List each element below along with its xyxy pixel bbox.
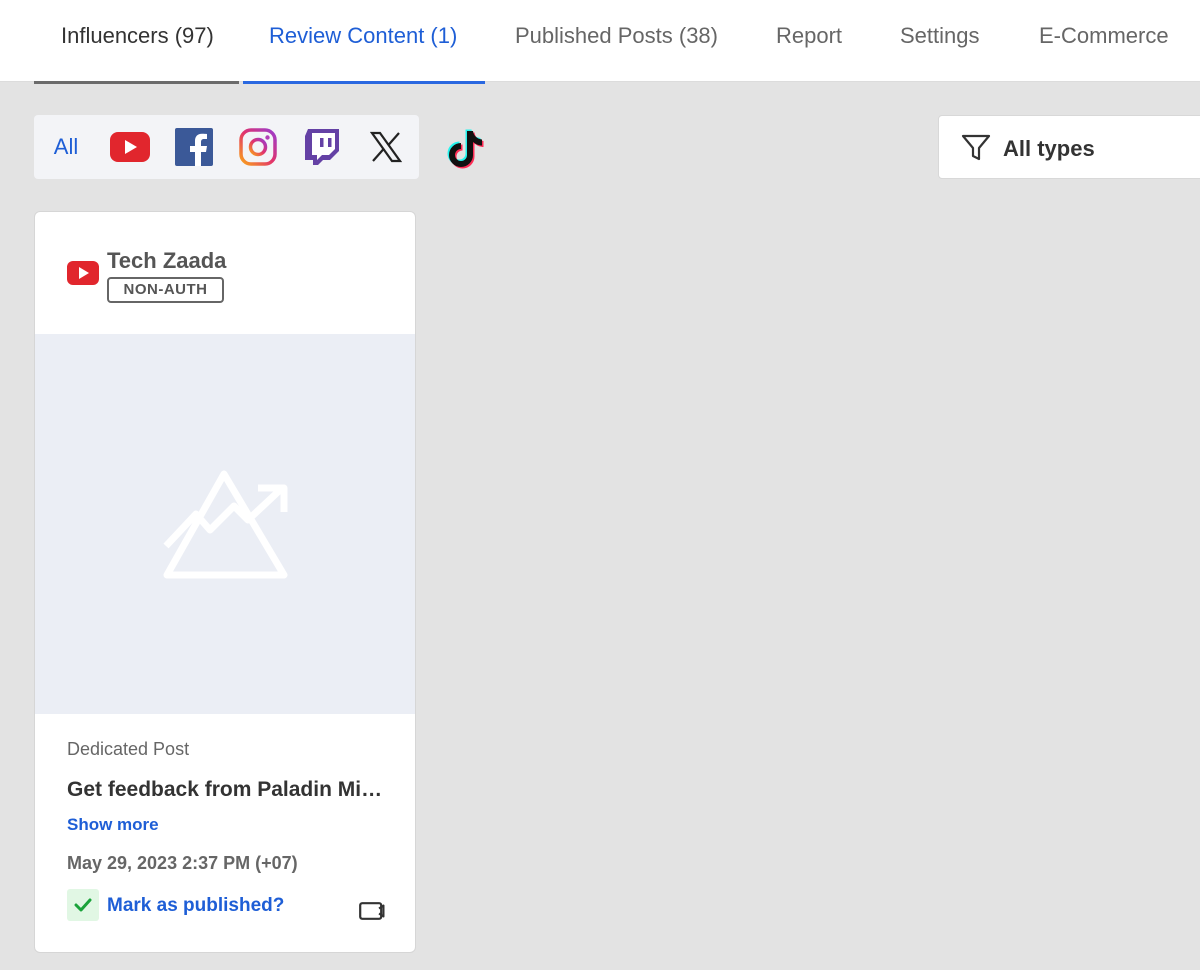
instagram-icon[interactable] [238, 127, 278, 167]
auth-status-badge: NON-AUTH [107, 277, 224, 303]
mark-as-published-link[interactable]: Mark as published? [107, 895, 284, 917]
type-filter-dropdown[interactable]: All types [938, 115, 1200, 179]
tab-review-content[interactable]: Review Content (1) [243, 0, 485, 84]
tiktok-icon[interactable] [446, 127, 486, 169]
tab-label: E-Commerce [1039, 23, 1169, 48]
tab-label: Report [776, 23, 843, 48]
tab-report[interactable]: Report [776, 0, 856, 84]
video-camera-icon [359, 902, 385, 925]
filter-icon [961, 134, 991, 167]
x-icon[interactable] [366, 127, 406, 167]
chart-placeholder-icon [163, 470, 288, 579]
top-navigation: Influencers (97) Review Content (1) Publ… [0, 0, 1200, 84]
card-header: Tech Zaada NON-AUTH [35, 212, 415, 334]
facebook-icon[interactable] [174, 127, 214, 167]
tab-label: Published Posts (38) [515, 23, 718, 48]
platform-filter-all[interactable]: All [46, 127, 86, 167]
youtube-icon [67, 261, 99, 290]
type-filter-label: All types [1003, 136, 1095, 161]
content-card: Tech Zaada NON-AUTH Dedicated Post Get f… [34, 211, 416, 953]
active-tab-underline [243, 81, 485, 84]
tab-influencers[interactable]: Influencers (97) [34, 0, 239, 84]
media-placeholder[interactable] [35, 334, 415, 714]
youtube-icon[interactable] [110, 127, 150, 167]
post-title: Get feedback from Paladin Mining and get… [67, 778, 383, 801]
tab-label: Influencers (97) [61, 23, 214, 48]
tab-settings[interactable]: Settings [900, 0, 1000, 84]
check-icon [74, 898, 92, 912]
tab-published-posts[interactable]: Published Posts (38) [515, 0, 735, 84]
tab-underline [34, 81, 239, 84]
show-more-link[interactable]: Show more [67, 815, 159, 835]
mark-published-checkbox[interactable] [67, 889, 99, 921]
tab-e-commerce[interactable]: E-Commerce [1039, 0, 1200, 84]
tab-label: Settings [900, 23, 980, 48]
post-date: May 29, 2023 2:37 PM (+07) [67, 853, 298, 873]
tab-label: Review Content (1) [269, 23, 458, 48]
influencer-name[interactable]: Tech Zaada [107, 248, 226, 274]
post-type: Dedicated Post [67, 739, 190, 759]
twitch-icon[interactable] [302, 127, 342, 167]
platform-filter-bar: All [34, 115, 419, 179]
